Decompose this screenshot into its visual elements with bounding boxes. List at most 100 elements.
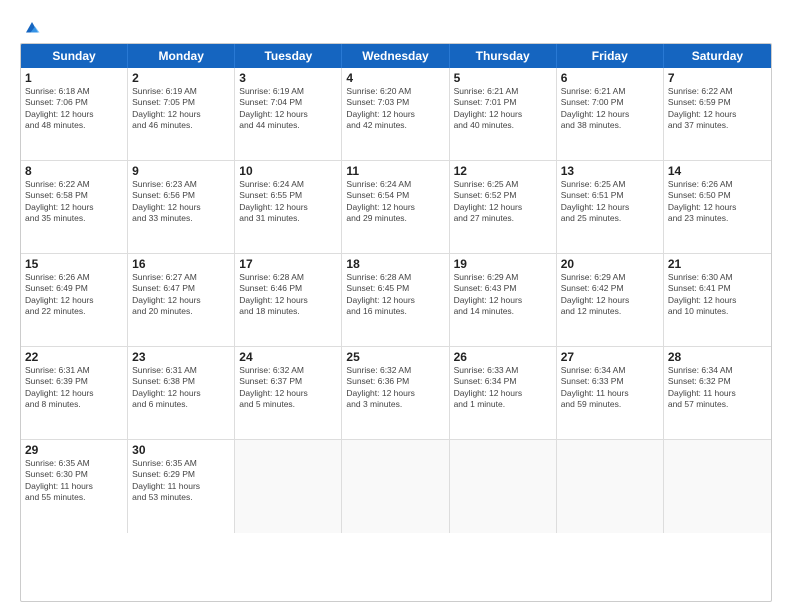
calendar: SundayMondayTuesdayWednesdayThursdayFrid… bbox=[20, 43, 772, 602]
day-number: 15 bbox=[25, 257, 123, 271]
day-info: Sunrise: 6:31 AM Sunset: 6:39 PM Dayligh… bbox=[25, 365, 123, 411]
day-cell-1: 1Sunrise: 6:18 AM Sunset: 7:06 PM Daylig… bbox=[21, 68, 128, 160]
day-number: 22 bbox=[25, 350, 123, 364]
calendar-body: 1Sunrise: 6:18 AM Sunset: 7:06 PM Daylig… bbox=[21, 68, 771, 533]
day-cell-16: 16Sunrise: 6:27 AM Sunset: 6:47 PM Dayli… bbox=[128, 254, 235, 346]
day-number: 27 bbox=[561, 350, 659, 364]
day-cell-3: 3Sunrise: 6:19 AM Sunset: 7:04 PM Daylig… bbox=[235, 68, 342, 160]
day-number: 12 bbox=[454, 164, 552, 178]
logo bbox=[20, 18, 42, 35]
day-number: 19 bbox=[454, 257, 552, 271]
day-cell-14: 14Sunrise: 6:26 AM Sunset: 6:50 PM Dayli… bbox=[664, 161, 771, 253]
day-number: 28 bbox=[668, 350, 767, 364]
day-cell-18: 18Sunrise: 6:28 AM Sunset: 6:45 PM Dayli… bbox=[342, 254, 449, 346]
day-number: 26 bbox=[454, 350, 552, 364]
day-info: Sunrise: 6:28 AM Sunset: 6:46 PM Dayligh… bbox=[239, 272, 337, 318]
day-cell-20: 20Sunrise: 6:29 AM Sunset: 6:42 PM Dayli… bbox=[557, 254, 664, 346]
logo-icon bbox=[22, 19, 42, 37]
day-cell-15: 15Sunrise: 6:26 AM Sunset: 6:49 PM Dayli… bbox=[21, 254, 128, 346]
week-row-4: 22Sunrise: 6:31 AM Sunset: 6:39 PM Dayli… bbox=[21, 347, 771, 440]
day-number: 9 bbox=[132, 164, 230, 178]
header-day-saturday: Saturday bbox=[664, 44, 771, 68]
calendar-header: SundayMondayTuesdayWednesdayThursdayFrid… bbox=[21, 44, 771, 68]
day-number: 10 bbox=[239, 164, 337, 178]
day-number: 17 bbox=[239, 257, 337, 271]
day-info: Sunrise: 6:32 AM Sunset: 6:37 PM Dayligh… bbox=[239, 365, 337, 411]
day-info: Sunrise: 6:35 AM Sunset: 6:30 PM Dayligh… bbox=[25, 458, 123, 504]
day-info: Sunrise: 6:25 AM Sunset: 6:52 PM Dayligh… bbox=[454, 179, 552, 225]
day-info: Sunrise: 6:26 AM Sunset: 6:49 PM Dayligh… bbox=[25, 272, 123, 318]
header-day-sunday: Sunday bbox=[21, 44, 128, 68]
day-cell-21: 21Sunrise: 6:30 AM Sunset: 6:41 PM Dayli… bbox=[664, 254, 771, 346]
header-day-monday: Monday bbox=[128, 44, 235, 68]
header-day-tuesday: Tuesday bbox=[235, 44, 342, 68]
day-cell-10: 10Sunrise: 6:24 AM Sunset: 6:55 PM Dayli… bbox=[235, 161, 342, 253]
day-cell-12: 12Sunrise: 6:25 AM Sunset: 6:52 PM Dayli… bbox=[450, 161, 557, 253]
header bbox=[20, 18, 772, 35]
day-info: Sunrise: 6:19 AM Sunset: 7:04 PM Dayligh… bbox=[239, 86, 337, 132]
day-cell-22: 22Sunrise: 6:31 AM Sunset: 6:39 PM Dayli… bbox=[21, 347, 128, 439]
day-number: 4 bbox=[346, 71, 444, 85]
day-number: 25 bbox=[346, 350, 444, 364]
day-info: Sunrise: 6:33 AM Sunset: 6:34 PM Dayligh… bbox=[454, 365, 552, 411]
day-info: Sunrise: 6:18 AM Sunset: 7:06 PM Dayligh… bbox=[25, 86, 123, 132]
empty-cell bbox=[235, 440, 342, 533]
day-info: Sunrise: 6:21 AM Sunset: 7:01 PM Dayligh… bbox=[454, 86, 552, 132]
day-cell-5: 5Sunrise: 6:21 AM Sunset: 7:01 PM Daylig… bbox=[450, 68, 557, 160]
logo-text bbox=[20, 18, 42, 37]
day-cell-23: 23Sunrise: 6:31 AM Sunset: 6:38 PM Dayli… bbox=[128, 347, 235, 439]
week-row-2: 8Sunrise: 6:22 AM Sunset: 6:58 PM Daylig… bbox=[21, 161, 771, 254]
day-info: Sunrise: 6:22 AM Sunset: 6:58 PM Dayligh… bbox=[25, 179, 123, 225]
day-info: Sunrise: 6:31 AM Sunset: 6:38 PM Dayligh… bbox=[132, 365, 230, 411]
day-cell-25: 25Sunrise: 6:32 AM Sunset: 6:36 PM Dayli… bbox=[342, 347, 449, 439]
day-info: Sunrise: 6:26 AM Sunset: 6:50 PM Dayligh… bbox=[668, 179, 767, 225]
day-cell-19: 19Sunrise: 6:29 AM Sunset: 6:43 PM Dayli… bbox=[450, 254, 557, 346]
day-number: 1 bbox=[25, 71, 123, 85]
day-number: 14 bbox=[668, 164, 767, 178]
day-number: 21 bbox=[668, 257, 767, 271]
day-number: 7 bbox=[668, 71, 767, 85]
day-info: Sunrise: 6:19 AM Sunset: 7:05 PM Dayligh… bbox=[132, 86, 230, 132]
day-info: Sunrise: 6:28 AM Sunset: 6:45 PM Dayligh… bbox=[346, 272, 444, 318]
day-cell-7: 7Sunrise: 6:22 AM Sunset: 6:59 PM Daylig… bbox=[664, 68, 771, 160]
empty-cell bbox=[342, 440, 449, 533]
day-info: Sunrise: 6:29 AM Sunset: 6:42 PM Dayligh… bbox=[561, 272, 659, 318]
day-cell-28: 28Sunrise: 6:34 AM Sunset: 6:32 PM Dayli… bbox=[664, 347, 771, 439]
day-cell-29: 29Sunrise: 6:35 AM Sunset: 6:30 PM Dayli… bbox=[21, 440, 128, 533]
day-cell-26: 26Sunrise: 6:33 AM Sunset: 6:34 PM Dayli… bbox=[450, 347, 557, 439]
day-cell-11: 11Sunrise: 6:24 AM Sunset: 6:54 PM Dayli… bbox=[342, 161, 449, 253]
header-day-thursday: Thursday bbox=[450, 44, 557, 68]
day-cell-13: 13Sunrise: 6:25 AM Sunset: 6:51 PM Dayli… bbox=[557, 161, 664, 253]
day-info: Sunrise: 6:20 AM Sunset: 7:03 PM Dayligh… bbox=[346, 86, 444, 132]
day-info: Sunrise: 6:30 AM Sunset: 6:41 PM Dayligh… bbox=[668, 272, 767, 318]
empty-cell bbox=[664, 440, 771, 533]
day-number: 30 bbox=[132, 443, 230, 457]
day-cell-8: 8Sunrise: 6:22 AM Sunset: 6:58 PM Daylig… bbox=[21, 161, 128, 253]
day-number: 13 bbox=[561, 164, 659, 178]
day-cell-6: 6Sunrise: 6:21 AM Sunset: 7:00 PM Daylig… bbox=[557, 68, 664, 160]
day-cell-27: 27Sunrise: 6:34 AM Sunset: 6:33 PM Dayli… bbox=[557, 347, 664, 439]
day-info: Sunrise: 6:24 AM Sunset: 6:54 PM Dayligh… bbox=[346, 179, 444, 225]
day-cell-30: 30Sunrise: 6:35 AM Sunset: 6:29 PM Dayli… bbox=[128, 440, 235, 533]
day-cell-2: 2Sunrise: 6:19 AM Sunset: 7:05 PM Daylig… bbox=[128, 68, 235, 160]
week-row-1: 1Sunrise: 6:18 AM Sunset: 7:06 PM Daylig… bbox=[21, 68, 771, 161]
day-info: Sunrise: 6:21 AM Sunset: 7:00 PM Dayligh… bbox=[561, 86, 659, 132]
day-info: Sunrise: 6:32 AM Sunset: 6:36 PM Dayligh… bbox=[346, 365, 444, 411]
day-cell-17: 17Sunrise: 6:28 AM Sunset: 6:46 PM Dayli… bbox=[235, 254, 342, 346]
day-info: Sunrise: 6:24 AM Sunset: 6:55 PM Dayligh… bbox=[239, 179, 337, 225]
day-info: Sunrise: 6:22 AM Sunset: 6:59 PM Dayligh… bbox=[668, 86, 767, 132]
day-info: Sunrise: 6:23 AM Sunset: 6:56 PM Dayligh… bbox=[132, 179, 230, 225]
header-day-friday: Friday bbox=[557, 44, 664, 68]
day-number: 24 bbox=[239, 350, 337, 364]
week-row-3: 15Sunrise: 6:26 AM Sunset: 6:49 PM Dayli… bbox=[21, 254, 771, 347]
day-number: 5 bbox=[454, 71, 552, 85]
day-number: 2 bbox=[132, 71, 230, 85]
day-number: 20 bbox=[561, 257, 659, 271]
day-number: 3 bbox=[239, 71, 337, 85]
day-info: Sunrise: 6:27 AM Sunset: 6:47 PM Dayligh… bbox=[132, 272, 230, 318]
day-number: 23 bbox=[132, 350, 230, 364]
day-info: Sunrise: 6:29 AM Sunset: 6:43 PM Dayligh… bbox=[454, 272, 552, 318]
week-row-5: 29Sunrise: 6:35 AM Sunset: 6:30 PM Dayli… bbox=[21, 440, 771, 533]
day-number: 11 bbox=[346, 164, 444, 178]
day-info: Sunrise: 6:34 AM Sunset: 6:33 PM Dayligh… bbox=[561, 365, 659, 411]
